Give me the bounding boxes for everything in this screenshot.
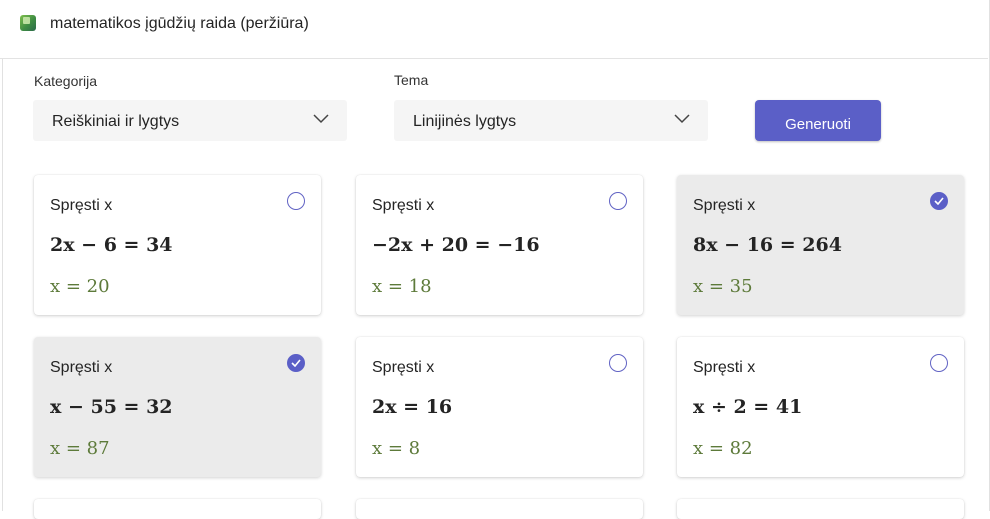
card-answer: x = 87: [50, 438, 110, 459]
problem-card[interactable]: Spręsti x x ÷ 2 = 41 x = 82: [677, 337, 964, 477]
radio-checked-icon[interactable]: [930, 192, 948, 210]
card-answer: x = 35: [693, 276, 753, 297]
radio-unchecked-icon[interactable]: [287, 192, 305, 210]
problem-card[interactable]: Spręsti x −2x + 20 = −16 x = 18: [356, 175, 643, 315]
card-answer: x = 82: [693, 438, 753, 459]
card-equation: x ÷ 2 = 41: [693, 396, 803, 418]
card-equation: x − 55 = 32: [50, 396, 173, 418]
radio-checked-icon[interactable]: [287, 354, 305, 372]
topic-value: Linijinės lygtys: [413, 113, 517, 130]
card-equation: 8x − 16 = 264: [693, 234, 842, 256]
card-equation: 2x = 16: [372, 396, 453, 418]
problem-card[interactable]: Spręsti x 2x = 16 x = 8: [356, 337, 643, 477]
topic-dropdown[interactable]: Linijinės lygtys: [394, 100, 708, 141]
category-value: Reiškiniai ir lygtys: [52, 113, 180, 130]
category-dropdown[interactable]: Reiškiniai ir lygtys: [33, 100, 347, 141]
card-title: Spręsti x: [693, 359, 756, 376]
app-logo-icon: [20, 15, 36, 31]
generate-button[interactable]: Generuoti: [755, 100, 881, 141]
card-answer: x = 20: [50, 276, 110, 297]
category-label: Kategorija: [34, 73, 98, 89]
card-answer: x = 8: [372, 438, 421, 459]
app-title: matematikos įgūdžių raida (peržiūra): [50, 15, 309, 32]
problem-card-partial[interactable]: [677, 499, 964, 519]
card-answer: x = 18: [372, 276, 432, 297]
chevron-down-icon: [674, 114, 690, 124]
card-title: Spręsti x: [372, 359, 435, 376]
radio-unchecked-icon[interactable]: [609, 354, 627, 372]
card-title: Spręsti x: [693, 197, 756, 214]
card-title: Spręsti x: [50, 359, 113, 376]
topic-label: Tema: [394, 72, 429, 88]
problem-card-partial[interactable]: [34, 499, 321, 519]
radio-unchecked-icon[interactable]: [930, 354, 948, 372]
card-equation: −2x + 20 = −16: [372, 234, 540, 256]
problem-card[interactable]: Spręsti x 8x − 16 = 264 x = 35: [677, 175, 964, 315]
card-equation: 2x − 6 = 34: [50, 234, 173, 256]
radio-unchecked-icon[interactable]: [609, 192, 627, 210]
chevron-down-icon: [313, 114, 329, 124]
problem-card-partial[interactable]: [356, 499, 643, 519]
app-header: matematikos įgūdžių raida (peržiūra): [0, 0, 988, 59]
problem-card[interactable]: Spręsti x 2x − 6 = 34 x = 20: [34, 175, 321, 315]
card-title: Spręsti x: [50, 197, 113, 214]
card-title: Spręsti x: [372, 197, 435, 214]
problem-card[interactable]: Spręsti x x − 55 = 32 x = 87: [34, 337, 321, 477]
